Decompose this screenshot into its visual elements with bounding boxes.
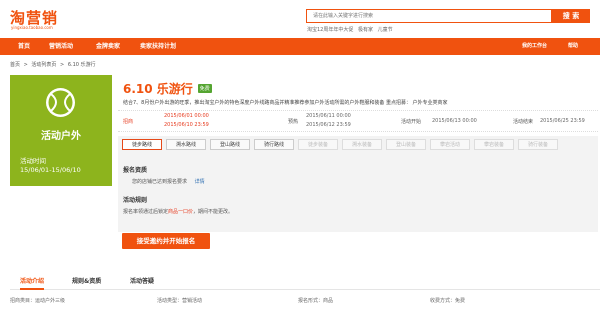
activity-category-card: 活动户外 活动时间 15/06/01-15/06/10 xyxy=(10,75,112,186)
info-value: 商品 xyxy=(323,298,334,304)
date-start: 2015/06/13 00:00 xyxy=(432,118,477,124)
card-time-label: 活动时间 xyxy=(20,157,46,165)
rules-text-pre: 报名率领通过后锁定 xyxy=(123,209,169,215)
hot-links: 淘宝12周年年中大促 极有家 儿童节 xyxy=(307,26,396,33)
tab-river-gear[interactable]: 溯水装备 xyxy=(342,139,382,150)
hot-link[interactable]: 淘宝12周年年中大促 xyxy=(307,27,353,33)
date-label-preheat: 预热 xyxy=(288,119,299,125)
logo-domain: yingxiao.taobao.com xyxy=(11,25,53,30)
activity-title: 6.10 乐游行 xyxy=(123,82,193,96)
activity-description: 结合7、8月份户外出游的旺季，推出淘宝户外的特色深度户外线路商品并精准推荐参加户… xyxy=(123,100,448,106)
info-label: 报名形式： xyxy=(298,298,324,304)
tab-river-route[interactable]: 溯水路线 xyxy=(166,139,206,150)
tab-hiking-gear[interactable]: 徒步装备 xyxy=(298,139,338,150)
tab-climbing-route[interactable]: 登山路线 xyxy=(210,139,250,150)
date-label-start: 活动开始 xyxy=(401,119,422,125)
date-end: 2015/06/25 23:59 xyxy=(540,118,585,124)
requirements-details-link[interactable]: 详情 xyxy=(195,179,205,185)
search-button[interactable]: 搜 索 xyxy=(552,9,590,23)
info-type: 活动类型：营销活动 xyxy=(157,297,202,304)
info-label: 招商类目： xyxy=(10,298,36,304)
nav-workbench[interactable]: 我的工作台 xyxy=(522,38,547,55)
nav-item-gold-seller[interactable]: 金牌卖家 xyxy=(96,38,120,55)
tab-climbing-gear[interactable]: 登山装备 xyxy=(386,139,426,150)
nav-item-support[interactable]: 卖家扶持计划 xyxy=(140,38,176,55)
info-label: 活动类型： xyxy=(157,298,183,304)
rules-title: 活动规则 xyxy=(123,197,148,204)
search-field[interactable] xyxy=(306,9,552,23)
requirements-title: 报名资质 xyxy=(123,167,148,174)
hot-link[interactable]: 儿童节 xyxy=(378,27,393,33)
date-preheat-start: 2015/06/11 00:00 xyxy=(306,113,351,119)
info-value: 运动户外三级 xyxy=(35,298,66,304)
header: 淘营销 yingxiao.taobao.com 搜 索 淘宝12周年年中大促 极… xyxy=(0,0,600,38)
rules-text-post: ，期间不能更改。 xyxy=(193,209,234,215)
date-preheat-end: 2015/06/12 23:59 xyxy=(306,122,351,128)
breadcrumb-current: 6.10 乐游行 xyxy=(67,62,96,68)
rules-text: 报名率领通过后锁定商品一口价，期间不能更改。 xyxy=(123,208,233,215)
requirements-text: 您的店铺已达到报名要求 详情 xyxy=(132,178,205,185)
info-category: 招商类目：运动户外三级 xyxy=(10,297,65,304)
detail-tabs: 活动介绍 规则&资质 活动答疑 xyxy=(10,276,600,290)
rules-price-link[interactable]: 商品一口价 xyxy=(168,209,193,215)
tab-rock-gear[interactable]: 攀岩装备 xyxy=(474,139,514,150)
tab-rules[interactable]: 规则&资质 xyxy=(72,276,101,290)
nav-help[interactable]: 帮助 xyxy=(568,38,578,55)
card-title: 活动户外 xyxy=(41,131,81,142)
tab-rock-activity[interactable]: 攀岩活动 xyxy=(430,139,470,150)
date-recruit-end: 2015/06/10 23:59 xyxy=(164,122,209,128)
tab-faq[interactable]: 活动答疑 xyxy=(130,276,154,290)
hot-link[interactable]: 极有家 xyxy=(358,27,373,33)
activity-title-row: 6.10 乐游行 免费 xyxy=(123,80,212,97)
activity-timeline: 招商 2015/06/01 00:00 2015/06/10 23:59 预热 … xyxy=(118,110,598,132)
breadcrumb-separator: > xyxy=(23,62,28,68)
info-value: 免费 xyxy=(455,298,466,304)
free-badge: 免费 xyxy=(197,84,212,93)
tab-hiking-route[interactable]: 徒步路线 xyxy=(122,139,162,150)
breadcrumb: 首页 > 活动列表页 > 6.10 乐游行 xyxy=(10,61,98,68)
nav-item-marketing[interactable]: 营销活动 xyxy=(49,38,73,55)
accept-button-wrap: 接受邀约并开始报名 xyxy=(122,233,210,249)
breadcrumb-home[interactable]: 首页 xyxy=(10,62,20,68)
accept-invite-button[interactable]: 接受邀约并开始报名 xyxy=(122,233,210,249)
search-input[interactable] xyxy=(307,10,551,22)
info-form: 报名形式：商品 xyxy=(298,297,333,304)
date-label-recruit: 招商 xyxy=(123,119,134,125)
breadcrumb-list[interactable]: 活动列表页 xyxy=(31,62,56,68)
main-nav: 首页 营销活动 金牌卖家 卖家扶持计划 我的工作台 帮助 xyxy=(0,38,600,55)
info-fee: 收费方式：免费 xyxy=(430,297,465,304)
breadcrumb-separator: > xyxy=(60,62,65,68)
tab-intro[interactable]: 活动介绍 xyxy=(20,276,45,290)
date-recruit-start: 2015/06/01 00:00 xyxy=(164,113,209,119)
info-label: 收费方式： xyxy=(430,298,456,304)
card-time-range: 15/06/01-15/06/10 xyxy=(20,166,81,174)
tennis-ball-icon xyxy=(46,88,75,117)
tab-cycling-route[interactable]: 骑行路线 xyxy=(254,139,294,150)
date-label-end: 活动结束 xyxy=(513,119,534,125)
route-panel: 徒步路线 溯水路线 登山路线 骑行路线 徒步装备 溯水装备 登山装备 攀岩活动 … xyxy=(118,136,598,232)
tab-cycling-gear[interactable]: 骑行装备 xyxy=(518,139,558,150)
requirements-status: 您的店铺已达到报名要求 xyxy=(132,179,188,185)
info-value: 营销活动 xyxy=(182,298,203,304)
nav-item-home[interactable]: 首页 xyxy=(18,38,30,55)
